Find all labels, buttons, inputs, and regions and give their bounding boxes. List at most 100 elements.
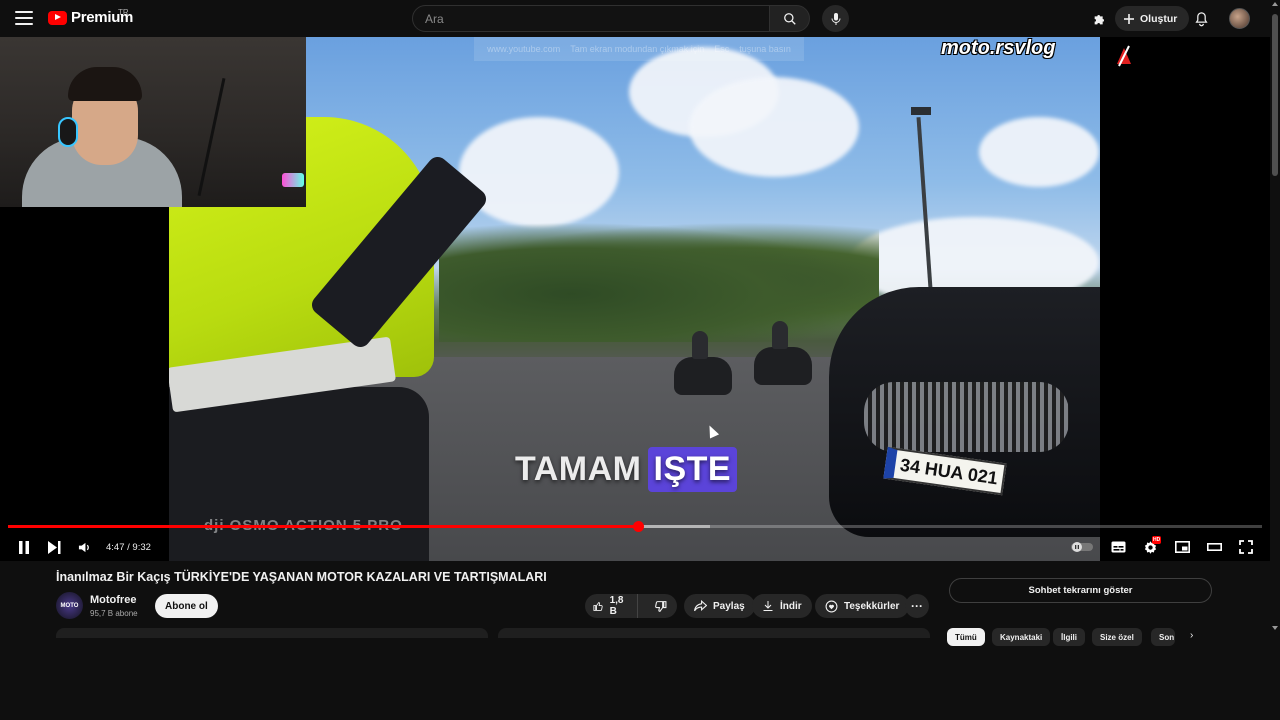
caption-highlight-word: IŞTE	[647, 447, 738, 492]
thanks-heart-icon	[825, 600, 838, 612]
theater-icon	[1206, 542, 1222, 552]
share-button[interactable]: Paylaş	[684, 594, 755, 618]
create-label: Oluştur	[1140, 12, 1178, 25]
headset	[58, 117, 78, 147]
like-button[interactable]: 1,8 B	[585, 594, 638, 618]
next-icon	[47, 540, 60, 554]
car-grille	[864, 382, 1069, 452]
theater-mode-button[interactable]	[1202, 535, 1226, 559]
menu-icon	[15, 11, 33, 13]
mute-button[interactable]	[72, 535, 96, 559]
license-plate: 34 HUA 021	[883, 446, 1007, 496]
video-frame[interactable]: 34 HUA 021 www.youtube.com Tam ekran mod…	[169, 37, 1100, 561]
caption-word: TAMAM	[515, 450, 642, 488]
scrollbar-thumb[interactable]	[1272, 14, 1278, 176]
cloud	[689, 77, 859, 177]
streamer-hair	[68, 67, 142, 101]
video-player[interactable]: 34 HUA 021 www.youtube.com Tam ekran mod…	[0, 37, 1270, 561]
masthead: Premium TR Oluştur	[0, 0, 1280, 37]
page-scrollbar[interactable]	[1270, 0, 1280, 720]
dislike-button[interactable]	[644, 594, 677, 618]
puzzle-icon	[1094, 15, 1104, 25]
share-label: Paylaş	[713, 600, 745, 612]
search-button[interactable]	[769, 5, 810, 32]
played-bar	[8, 525, 638, 528]
thumbs-up-icon	[593, 601, 603, 611]
share-icon	[694, 600, 707, 612]
next-button[interactable]	[42, 535, 66, 559]
comments-card[interactable]	[498, 628, 930, 638]
cloud	[979, 117, 1099, 187]
bell-icon	[1194, 12, 1208, 27]
scroll-down-arrow-icon[interactable]	[1272, 626, 1278, 630]
thanks-button[interactable]: Teşekkürler	[815, 594, 910, 618]
voice-search-button[interactable]	[822, 5, 849, 32]
rgb-light	[282, 173, 304, 187]
thanks-label: Teşekkürler	[844, 600, 900, 612]
thumbs-down-icon	[655, 600, 667, 612]
hint-text: tuşuna basın	[739, 44, 791, 54]
settings-button[interactable]: HD	[1138, 535, 1162, 559]
plus-icon	[1124, 13, 1134, 24]
hd-badge: HD	[1152, 536, 1162, 544]
hint-text: www.youtube.com	[487, 44, 561, 54]
notifications-button[interactable]	[1190, 8, 1212, 30]
account-avatar[interactable]	[1229, 8, 1250, 29]
video-title: İnanılmaz Bir Kaçış TÜRKİYE'DE YAŞANAN M…	[56, 570, 547, 584]
motorcycle	[754, 321, 812, 385]
motorcycle	[674, 331, 732, 395]
subtitles-button[interactable]	[1106, 535, 1130, 559]
video-caption: TAMAM IŞTE	[515, 447, 738, 492]
player-controls: 4:47 / 9:32 HD	[0, 533, 1270, 561]
black-suv: 34 HUA 021	[829, 287, 1100, 537]
chip-recent[interactable]: Son	[1151, 628, 1175, 646]
volume-icon	[78, 542, 89, 552]
channel-name[interactable]: Motofree	[90, 594, 136, 606]
chip-source[interactable]: Kaynaktaki	[992, 628, 1051, 646]
download-button[interactable]: İndir	[752, 594, 812, 618]
channel-brand-logo	[1117, 45, 1131, 67]
channel-avatar[interactable]: MOTO	[56, 592, 83, 619]
pause-button[interactable]	[12, 535, 36, 559]
subscribe-button[interactable]: Abone ol	[155, 594, 218, 618]
pause-icon	[19, 540, 29, 554]
hint-text: Tam ekran modundan çıkmak için	[570, 44, 705, 54]
more-horizontal-icon: ···	[911, 599, 923, 613]
scroll-up-arrow-icon[interactable]	[1272, 2, 1278, 6]
search-icon	[783, 12, 796, 25]
logo-country-code: TR	[118, 8, 129, 17]
hint-text: Esc	[714, 44, 730, 54]
cloud	[459, 117, 619, 227]
scrubber-knob[interactable]	[632, 521, 644, 532]
extension-button[interactable]	[1090, 9, 1110, 29]
more-actions-button[interactable]: ···	[905, 594, 929, 618]
fullscreen-button[interactable]	[1234, 535, 1258, 559]
chip-all[interactable]: Tümü	[947, 628, 985, 646]
street-lamp-head	[911, 107, 931, 115]
guide-menu-button[interactable]	[12, 6, 36, 30]
microphone-icon	[831, 12, 840, 25]
autoplay-toggle[interactable]	[1070, 535, 1094, 559]
autoplay-toggle-icon	[1071, 542, 1093, 552]
channel-avatar-text: MOTO	[60, 602, 79, 609]
progress-bar[interactable]	[8, 521, 1262, 532]
channel-watermark: moto.rsvlog	[941, 37, 1056, 59]
like-dislike-group: 1,8 B	[585, 594, 677, 618]
mic-stand	[197, 77, 226, 197]
chip-for-you[interactable]: Size özel	[1092, 628, 1142, 646]
chip-related[interactable]: İlgili	[1053, 628, 1085, 646]
search-box	[412, 5, 770, 32]
search-input[interactable]	[413, 6, 769, 31]
subtitles-icon	[1111, 541, 1125, 553]
fullscreen-hint-bar: www.youtube.com Tam ekran modundan çıkma…	[474, 37, 804, 61]
chip-next-arrow-icon[interactable]: ›	[1190, 630, 1193, 641]
create-button[interactable]: Oluştur	[1115, 6, 1190, 31]
miniplayer-button[interactable]	[1170, 535, 1194, 559]
streamer-webcam	[0, 37, 306, 207]
description-card[interactable]	[56, 628, 488, 638]
subscriber-count: 95,7 B abone	[90, 609, 138, 618]
trees	[439, 222, 879, 342]
miniplayer-icon	[1174, 541, 1190, 553]
download-icon	[763, 601, 773, 611]
show-chat-replay-button[interactable]: Sohbet tekrarını göster	[949, 578, 1212, 603]
